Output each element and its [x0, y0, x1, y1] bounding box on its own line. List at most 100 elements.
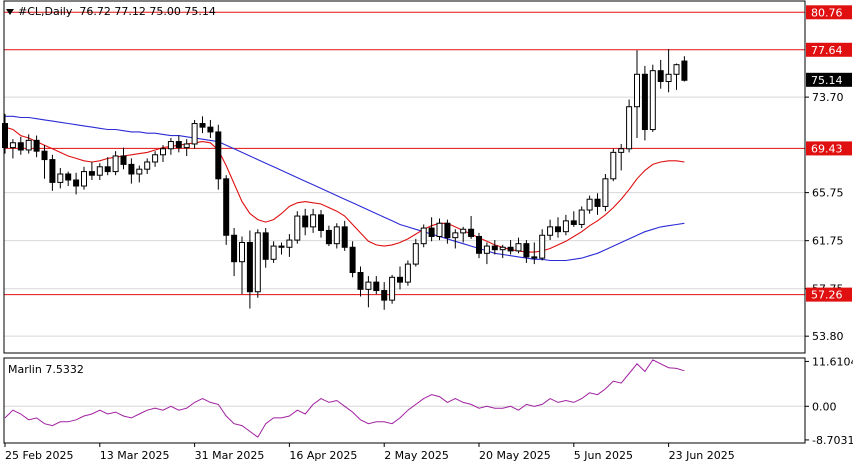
candle[interactable] [404, 260, 411, 286]
candle-body-bear [278, 245, 285, 248]
chart-canvas[interactable]: 73.7065.7561.7557.7553.8080.7677.6475.14… [0, 0, 853, 467]
candle-body-bear [641, 73, 648, 131]
candle[interactable] [649, 64, 656, 132]
candle-body-bear [357, 272, 364, 290]
time-tick-label: 20 May 2025 [479, 449, 551, 462]
price-tick-label: 61.75 [812, 235, 844, 248]
dropdown-triangle-icon[interactable] [6, 9, 14, 15]
candle-body-bear [318, 214, 324, 231]
candle[interactable] [223, 175, 230, 245]
time-tick-label: 2 May 2025 [384, 449, 449, 462]
candle-body-bull [539, 234, 546, 259]
chart-window[interactable]: 73.7065.7561.7557.7553.8080.7677.6475.14… [0, 0, 853, 467]
candle-body-bear [570, 220, 577, 225]
candle-body-bear [262, 232, 269, 260]
candle[interactable] [254, 229, 261, 298]
candle-body-bull [152, 154, 159, 163]
time-tick-label: 25 Feb 2025 [5, 449, 73, 462]
candle-body-bull [333, 226, 340, 245]
candle-body-bull [665, 73, 672, 82]
candle-body-bull [452, 232, 459, 239]
candle-body-bull [81, 171, 87, 187]
candle-body-bull [286, 239, 293, 248]
candle-body-bull [649, 70, 656, 131]
candle-body-bull [310, 214, 317, 228]
candle-body-bear [302, 215, 309, 228]
candle-body-bull [294, 215, 301, 241]
candle[interactable] [420, 224, 427, 248]
candle[interactable] [641, 65, 648, 141]
candle[interactable] [610, 148, 617, 182]
candle-body-bull [96, 166, 103, 176]
candle-body-bear [555, 226, 561, 233]
candle-body-bull [389, 276, 396, 301]
candle-body-bear [128, 163, 135, 175]
candle-body-bull [483, 245, 490, 254]
current-price-label: 75.14 [811, 74, 843, 87]
candle-body-bear [428, 227, 435, 237]
level-price-label: 80.76 [811, 6, 843, 19]
candle-body-bull [499, 246, 506, 251]
price-tick-label: 53.80 [812, 330, 844, 343]
time-tick-label: 13 Mar 2025 [100, 449, 170, 462]
candle-body-bull [673, 64, 680, 75]
candle-body-bear [49, 159, 56, 183]
candle-body-bull [136, 168, 143, 175]
candle-body-bull [420, 227, 427, 245]
candle-body-bear [207, 126, 214, 133]
candle-body-bull [144, 161, 151, 170]
candle-body-bear [73, 179, 80, 187]
candle-body-bear [476, 235, 482, 254]
candle-body-bull [191, 123, 198, 145]
candle-body-bear [349, 246, 356, 274]
candle-body-bull [57, 173, 64, 183]
candle-body-bear [223, 178, 230, 236]
candle-body-bull [460, 228, 467, 234]
time-tick-label: 31 Mar 2025 [195, 449, 265, 462]
candle-body-bear [246, 241, 253, 293]
candle-body-bear [41, 150, 48, 161]
candle-body-bull [602, 178, 609, 207]
candle-body-bull [547, 226, 554, 236]
candle-body-bear [2, 123, 8, 149]
time-tick-label: 23 Jun 2025 [669, 449, 735, 462]
level-price-label: 69.43 [811, 142, 843, 155]
candle-body-bear [104, 166, 111, 173]
candle-body-bear [199, 123, 206, 128]
candle[interactable] [578, 206, 585, 229]
indicator-tick-label: 0.00 [812, 400, 837, 413]
candle-body-bear [341, 226, 348, 248]
candle-body-bear [507, 246, 514, 252]
candle[interactable] [389, 274, 396, 304]
candle[interactable] [294, 211, 301, 244]
candle-body-bear [325, 229, 332, 245]
candle-body-bull [515, 243, 522, 252]
indicator-value: 7.5332 [45, 363, 84, 376]
candle-body-bear [491, 245, 498, 251]
time-tick-label: 5 Jun 2025 [574, 449, 633, 462]
candle-body-bull [618, 148, 625, 153]
candle[interactable] [626, 99, 633, 153]
level-price-label: 77.64 [811, 44, 843, 57]
candle-body-bull [436, 222, 443, 237]
candle-body-bull [412, 243, 419, 265]
indicator-name: Marlin [8, 363, 42, 376]
candle-body-bear [468, 228, 475, 237]
candle-body-bear [444, 222, 451, 239]
level-price-label: 57.26 [811, 289, 843, 302]
candle-body-bear [120, 155, 127, 165]
candle-body-bear [381, 290, 388, 301]
candle-body-bull [404, 263, 411, 283]
candle[interactable] [191, 119, 198, 149]
candle-body-bull [160, 148, 166, 156]
candle[interactable] [602, 173, 609, 212]
ohlc-values: 76.72 77.12 75.00 75.14 [79, 5, 216, 18]
time-tick-label: 16 Apr 2025 [289, 449, 357, 462]
candle-body-bull [167, 141, 174, 150]
candle-body-bear [397, 276, 403, 283]
candle-body-bull [562, 220, 569, 233]
indicator-tick-label: -8.7031 [812, 434, 853, 447]
candle-body-bull [626, 106, 633, 150]
candle-body-bear [175, 141, 182, 149]
candle-body-bear [88, 171, 95, 176]
